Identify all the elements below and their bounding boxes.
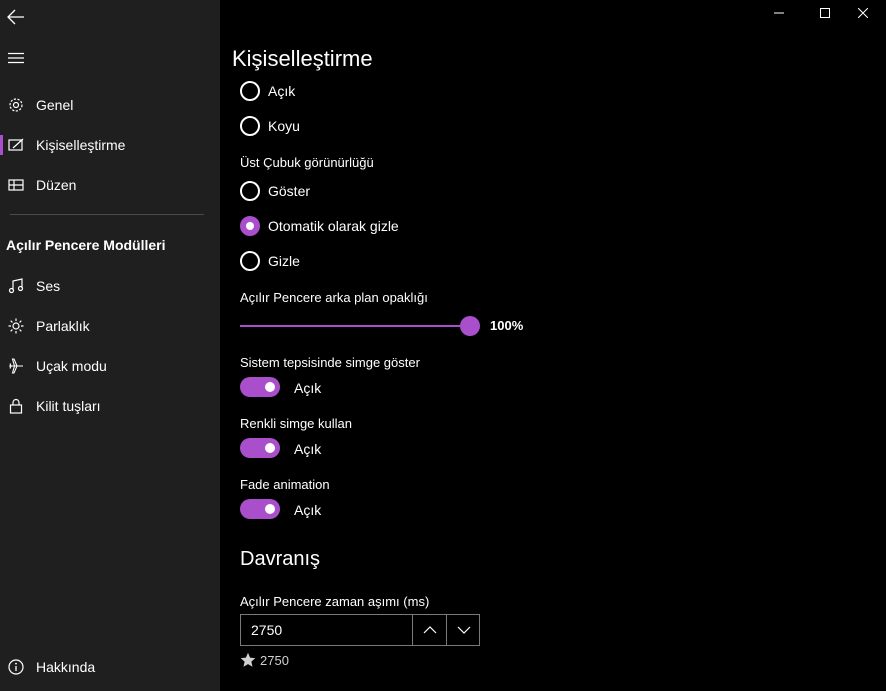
brightness-icon: [8, 318, 24, 334]
chevron-up-icon: [423, 626, 436, 634]
radio-label: Açık: [268, 83, 296, 99]
radio-circle: [240, 181, 260, 201]
radio-topbar-hide[interactable]: Gizle: [240, 249, 300, 273]
radio-circle: [240, 116, 260, 136]
sidebar-item-about[interactable]: Hakkında: [0, 647, 220, 687]
sidebar-item-label: Düzen: [36, 177, 77, 193]
opacity-value: 100%: [490, 318, 524, 333]
sidebar-divider: [10, 214, 204, 215]
tray-icon-toggle[interactable]: [240, 377, 280, 397]
sidebar-item-label: Hakkında: [36, 659, 96, 675]
sidebar-item-label: Parlaklık: [36, 318, 90, 334]
toggle-knob: [265, 504, 275, 514]
sidebar-item-label: Uçak modu: [36, 358, 107, 374]
radio-label: Koyu: [268, 118, 300, 134]
back-arrow-icon: [7, 9, 24, 25]
colored-icon-label: Renkli simge kullan: [240, 416, 352, 431]
sidebar-item-general[interactable]: Genel: [0, 85, 220, 125]
radio-label: Gizle: [268, 253, 300, 269]
close-icon: [858, 8, 868, 18]
radio-topbar-show[interactable]: Göster: [240, 179, 310, 203]
opacity-slider[interactable]: [240, 316, 480, 336]
tray-icon-label: Sistem tepsisinde simge göster: [240, 355, 420, 370]
menu-button[interactable]: [4, 46, 28, 70]
timeout-number-box[interactable]: 2750: [240, 614, 480, 646]
sidebar-item-personalization[interactable]: Kişiselleştirme: [0, 125, 220, 165]
info-icon: [8, 659, 24, 675]
colored-icon-toggle[interactable]: [240, 438, 280, 458]
star-icon: [240, 652, 256, 667]
decrement-button[interactable]: [446, 615, 480, 645]
chevron-down-icon: [457, 626, 470, 634]
slider-thumb[interactable]: [460, 316, 480, 336]
sidebar-item-label: Ses: [36, 278, 61, 294]
maximize-icon: [820, 8, 830, 18]
back-button[interactable]: [4, 4, 28, 30]
sidebar-item-label: Kişiselleştirme: [36, 137, 126, 153]
gear-icon: [8, 97, 24, 113]
fade-animation-toggle[interactable]: [240, 499, 280, 519]
sidebar-section-title: Açılır Pencere Modülleri: [6, 237, 166, 253]
sidebar-item-brightness[interactable]: Parlaklık: [0, 306, 220, 346]
sidebar-item-label: Genel: [36, 97, 74, 113]
default-value-text: 2750: [260, 652, 289, 668]
selection-indicator: [0, 135, 3, 155]
fade-animation-state: Açık: [294, 502, 322, 518]
default-value-hint: 2750: [240, 652, 289, 668]
radio-circle: [240, 216, 260, 236]
page-title: Kişiselleştirme: [232, 46, 373, 71]
tray-icon-state: Açık: [294, 380, 322, 396]
close-button[interactable]: [840, 0, 886, 26]
radio-label: Otomatik olarak gizle: [268, 218, 399, 234]
toggle-knob: [265, 382, 275, 392]
colored-icon-state: Açık: [294, 441, 322, 457]
radio-theme-dark[interactable]: Koyu: [240, 114, 300, 138]
sidebar-item-layout[interactable]: Düzen: [0, 165, 220, 205]
slider-track: [240, 325, 470, 327]
radio-circle: [240, 81, 260, 101]
music-note-icon: [8, 278, 24, 294]
radio-dot: [246, 222, 254, 230]
behavior-heading: Davranış: [240, 548, 321, 570]
timeout-label: Açılır Pencere zaman aşımı (ms): [240, 594, 430, 609]
opacity-label: Açılır Pencere arka plan opaklığı: [240, 290, 428, 305]
fade-animation-label: Fade animation: [240, 477, 330, 492]
topbar-visibility-label: Üst Çubuk görünürlüğü: [240, 155, 374, 170]
personalize-icon: [8, 137, 24, 153]
airplane-icon: [8, 358, 24, 374]
radio-label: Göster: [268, 183, 311, 199]
minimize-button[interactable]: [756, 0, 802, 26]
radio-circle: [240, 251, 260, 271]
sidebar-item-sound[interactable]: Ses: [0, 266, 220, 306]
sidebar-item-lock-keys[interactable]: Kilit tuşları: [0, 386, 220, 426]
layout-icon: [8, 177, 24, 193]
minimize-icon: [774, 12, 784, 14]
sidebar-item-airplane[interactable]: Uçak modu: [0, 346, 220, 386]
sidebar-item-label: Kilit tuşları: [36, 398, 101, 414]
hamburger-icon: [8, 52, 24, 64]
sidebar: Genel Kişiselleştirme Düzen Açılır Pence…: [0, 0, 220, 691]
radio-topbar-autohide[interactable]: Otomatik olarak gizle: [240, 214, 399, 238]
toggle-knob: [265, 443, 275, 453]
radio-theme-light[interactable]: Açık: [240, 79, 295, 103]
increment-button[interactable]: [412, 615, 446, 645]
timeout-input[interactable]: 2750: [251, 622, 282, 638]
lock-icon: [8, 398, 24, 414]
